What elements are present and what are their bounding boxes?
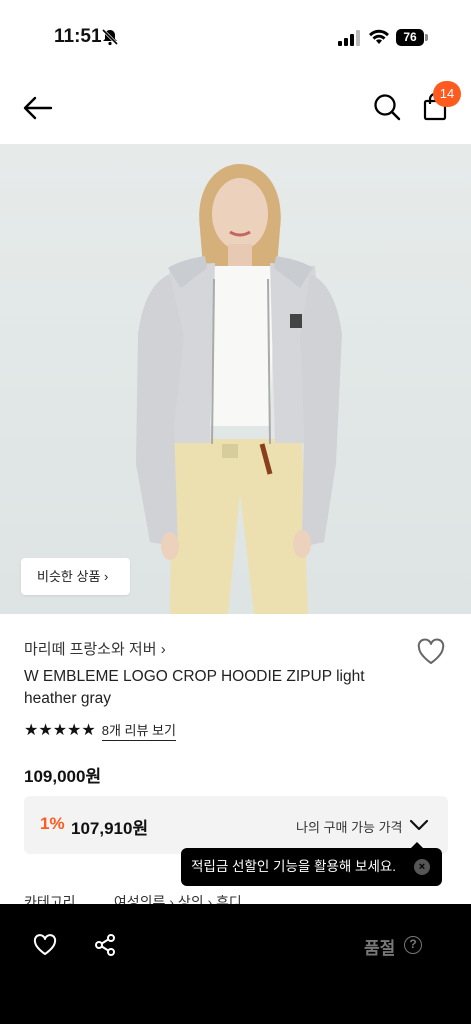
status-bar: 11:51 76: [0, 0, 471, 72]
cart-count-badge: 14: [433, 81, 461, 107]
chevron-down-icon[interactable]: [409, 818, 429, 832]
rating-row: ★★★★★ 8개 리뷰 보기: [24, 720, 176, 741]
soldout-label: 품절: [364, 939, 396, 958]
discount-percent: 1%: [40, 814, 65, 833]
reviews-link[interactable]: 8개 리뷰 보기: [101, 720, 176, 741]
wifi-icon: [369, 29, 389, 44]
my-price-label: 나의 구매 가능 가격: [296, 820, 403, 835]
product-title: W EMBLEME LOGO CROP HOODIE ZIPUP light h…: [24, 668, 365, 707]
battery-tip: [425, 34, 428, 41]
product-price: 109,000원: [24, 767, 102, 786]
battery-indicator: 76: [396, 29, 424, 46]
points-tooltip: 적립금 선할인 기능을 활용해 보세요. ×: [181, 842, 442, 886]
brand-link[interactable]: 마리떼 프랑소와 저버 ›: [24, 638, 166, 659]
help-icon[interactable]: ?: [404, 936, 422, 954]
share-icon[interactable]: [93, 933, 117, 957]
close-icon[interactable]: ×: [414, 859, 430, 875]
like-heart-icon[interactable]: [33, 934, 57, 956]
search-icon[interactable]: [372, 92, 402, 122]
model-illustration: [136, 164, 342, 614]
bell-muted-icon: [101, 28, 119, 46]
signal-icon: [338, 30, 360, 46]
similar-products-button[interactable]: 비슷한 상품 ›: [21, 558, 130, 595]
my-price-value: 107,910원: [71, 819, 149, 838]
wishlist-heart-icon[interactable]: [416, 638, 446, 666]
tooltip-arrow: [411, 842, 423, 848]
product-image[interactable]: 비슷한 상품 ›: [0, 144, 471, 614]
my-purchase-price-box[interactable]: 1% 107,910원 나의 구매 가능 가격: [24, 796, 448, 854]
status-time: 11:51: [54, 26, 102, 47]
rating-stars: ★★★★★: [24, 722, 96, 739]
bottom-action-bar: 품절 ?: [0, 904, 471, 1024]
tooltip-text: 적립금 선할인 기능을 활용해 보세요.: [191, 859, 397, 874]
top-navigation: 14: [0, 72, 471, 144]
back-arrow-icon[interactable]: [22, 94, 54, 122]
